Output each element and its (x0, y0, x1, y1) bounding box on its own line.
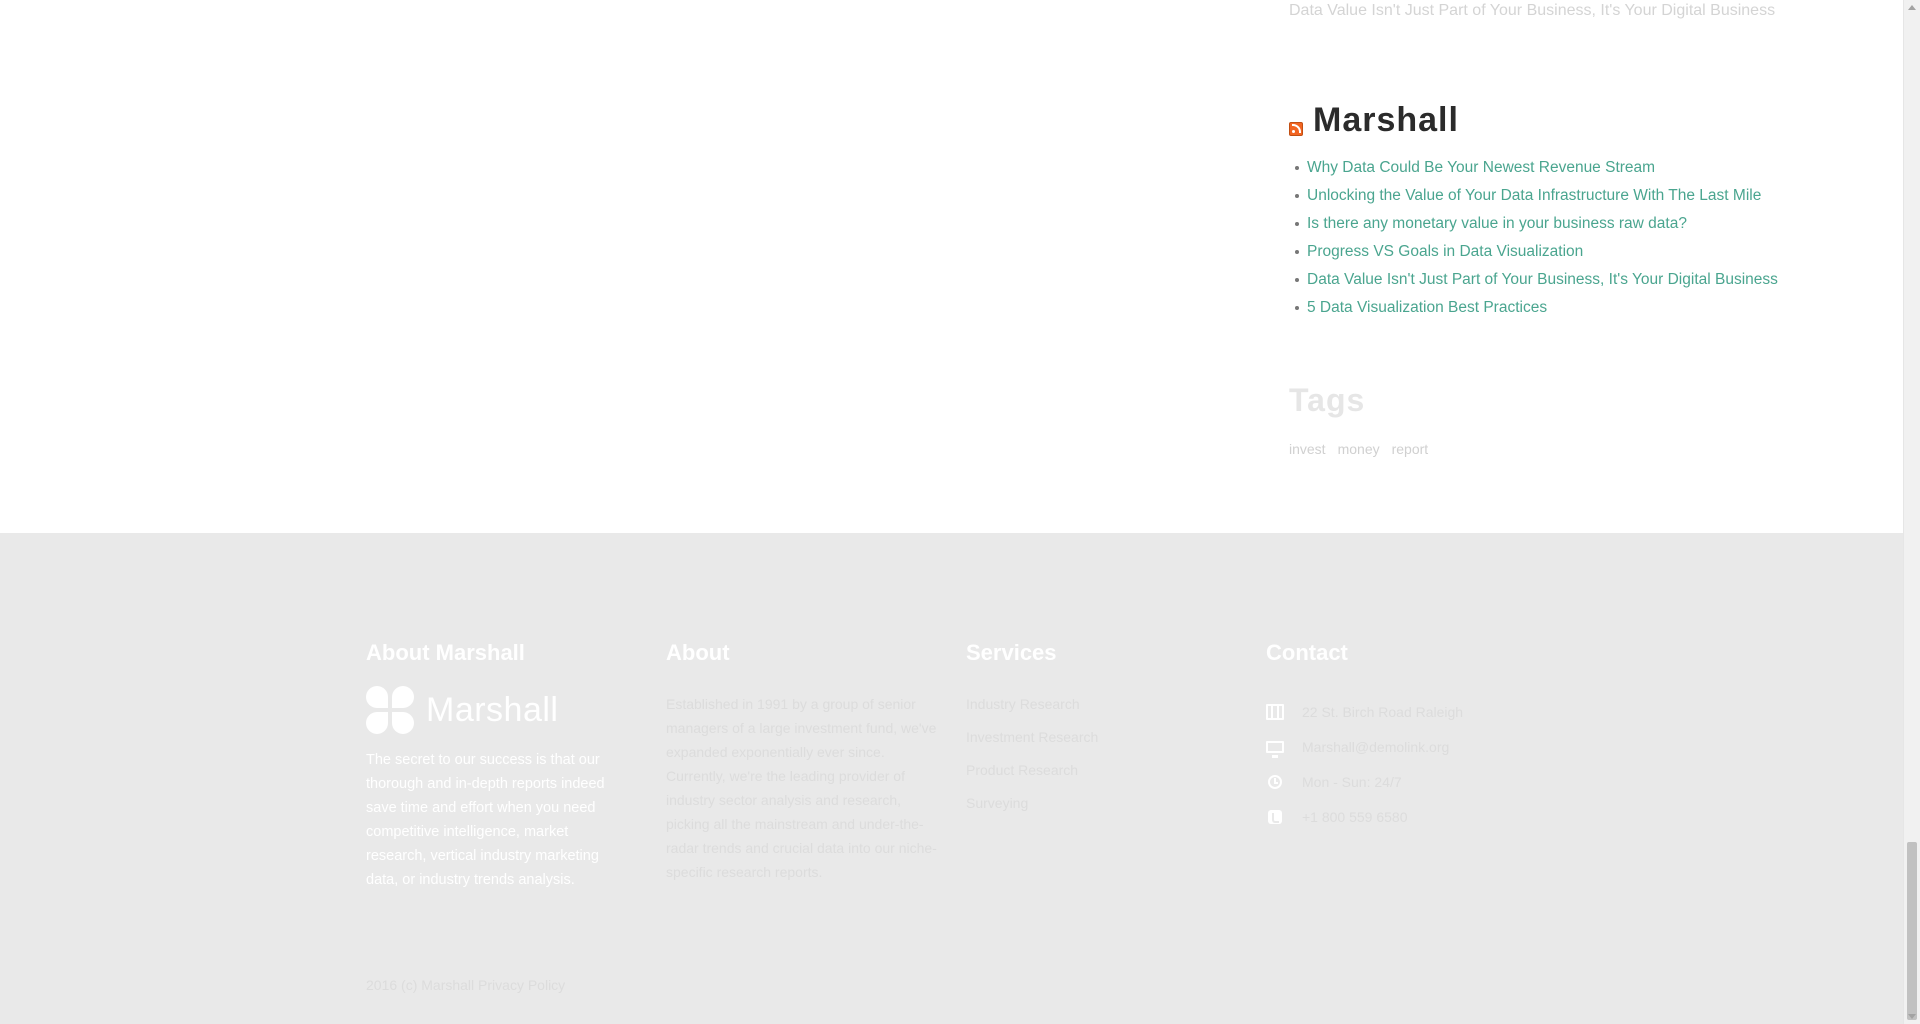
footer-about-marshall-text: The secret to our success is that our th… (366, 752, 605, 888)
contact-item-hours: Mon - Sun: 24/7 (1266, 764, 1566, 799)
vertical-scrollbar[interactable] (1903, 0, 1920, 1024)
rss-icon[interactable] (1289, 122, 1303, 136)
contact-item-email: Marshall@demolink.org (1266, 729, 1566, 764)
rss-item: Is there any monetary value in your busi… (1289, 210, 1778, 238)
scroll-up-icon[interactable] (1908, 5, 1916, 10)
clock-icon (1268, 774, 1282, 789)
contact-list: 22 St. Birch Road Raleigh Marshall@demol… (1266, 694, 1566, 834)
map-icon (1266, 703, 1284, 720)
tag-report[interactable]: report (1392, 441, 1429, 457)
privacy-policy-link[interactable]: Privacy Policy (478, 977, 565, 993)
services-item: Surveying (966, 795, 1226, 828)
rss-item: Data Value Isn't Just Part of Your Busin… (1289, 266, 1778, 294)
contact-item-address: 22 St. Birch Road Raleigh (1266, 694, 1566, 729)
contact-email[interactable]: Marshall@demolink.org (1302, 739, 1449, 755)
services-list: Industry Research Investment Research Pr… (966, 696, 1226, 828)
recent-post-link[interactable]: Data Value Isn't Just Part of Your Busin… (1289, 2, 1775, 20)
footer-about-text: Established in 1991 by a group of senior… (666, 696, 937, 880)
rss-widget: Marshall Why Data Could Be Your Newest R… (1289, 100, 1778, 322)
bullet-icon (1295, 250, 1299, 254)
footer-services: Services Industry Research Investment Re… (966, 640, 1226, 828)
rss-item-link[interactable]: Why Data Could Be Your Newest Revenue St… (1307, 159, 1655, 177)
footer-about-marshall-title: About Marshall (366, 640, 525, 665)
bullet-icon (1295, 222, 1299, 226)
footer-services-title: Services (966, 640, 1057, 665)
footer-contact-title: Contact (1266, 640, 1348, 665)
services-item: Investment Research (966, 729, 1226, 762)
contact-address: 22 St. Birch Road Raleigh (1302, 703, 1464, 720)
contact-hours: Mon - Sun: 24/7 (1302, 773, 1402, 790)
service-link-product-research[interactable]: Product Research (966, 762, 1078, 778)
rss-item-link[interactable]: Is there any monetary value in your busi… (1307, 215, 1687, 233)
copyright-text: 2016 (c) Marshall (366, 977, 475, 993)
phone-icon (1268, 809, 1282, 824)
service-link-surveying[interactable]: Surveying (966, 795, 1028, 811)
tag-invest[interactable]: invest (1289, 441, 1326, 457)
rss-widget-title: Marshall (1289, 100, 1778, 140)
service-link-industry-research[interactable]: Industry Research (966, 696, 1080, 712)
rss-heading[interactable]: Marshall (1313, 100, 1459, 140)
logo-icon (366, 686, 414, 734)
scrollbar-thumb[interactable] (1907, 842, 1917, 1020)
bullet-icon (1295, 194, 1299, 198)
rss-item: Unlocking the Value of Your Data Infrast… (1289, 182, 1778, 210)
services-item: Industry Research (966, 696, 1226, 729)
rss-item: 5 Data Visualization Best Practices (1289, 294, 1778, 322)
rss-item: Progress VS Goals in Data Visualization (1289, 238, 1778, 266)
tag-money[interactable]: money (1338, 441, 1380, 457)
scroll-down-icon[interactable] (1908, 1014, 1916, 1019)
footer: About Marshall Marshall The secret to ou… (0, 533, 1903, 1024)
footer-logo[interactable]: Marshall (366, 686, 626, 734)
services-item: Product Research (966, 762, 1226, 795)
footer-about-title: About (666, 640, 730, 665)
contact-item-phone: +1 800 559 6580 (1266, 799, 1566, 834)
page: Data Value Isn't Just Part of Your Busin… (0, 0, 1903, 1024)
bullet-icon (1295, 278, 1299, 282)
rss-list: Why Data Could Be Your Newest Revenue St… (1289, 154, 1778, 322)
rss-item-link[interactable]: Data Value Isn't Just Part of Your Busin… (1307, 271, 1778, 289)
footer-about: About Established in 1991 by a group of … (666, 640, 946, 884)
rss-item-link[interactable]: Unlocking the Value of Your Data Infrast… (1307, 187, 1761, 205)
footer-contact: Contact 22 St. Birch Road Raleigh Marsha… (1266, 640, 1566, 834)
bullet-icon (1295, 306, 1299, 310)
rss-item-link[interactable]: Progress VS Goals in Data Visualization (1307, 243, 1583, 261)
rss-item: Why Data Could Be Your Newest Revenue St… (1289, 154, 1778, 182)
bullet-icon (1295, 166, 1299, 170)
copyright: 2016 (c) Marshall Privacy Policy (366, 977, 565, 993)
contact-phone[interactable]: +1 800 559 6580 (1302, 809, 1408, 825)
monitor-icon (1266, 740, 1284, 758)
footer-about-marshall: About Marshall Marshall The secret to ou… (366, 640, 626, 892)
service-link-investment-research[interactable]: Investment Research (966, 729, 1098, 745)
rss-item-link[interactable]: 5 Data Visualization Best Practices (1307, 299, 1547, 317)
tags-heading: Tags (1289, 382, 1366, 418)
logo-text: Marshall (426, 690, 559, 729)
tags-list: invest money report (1289, 441, 1428, 457)
